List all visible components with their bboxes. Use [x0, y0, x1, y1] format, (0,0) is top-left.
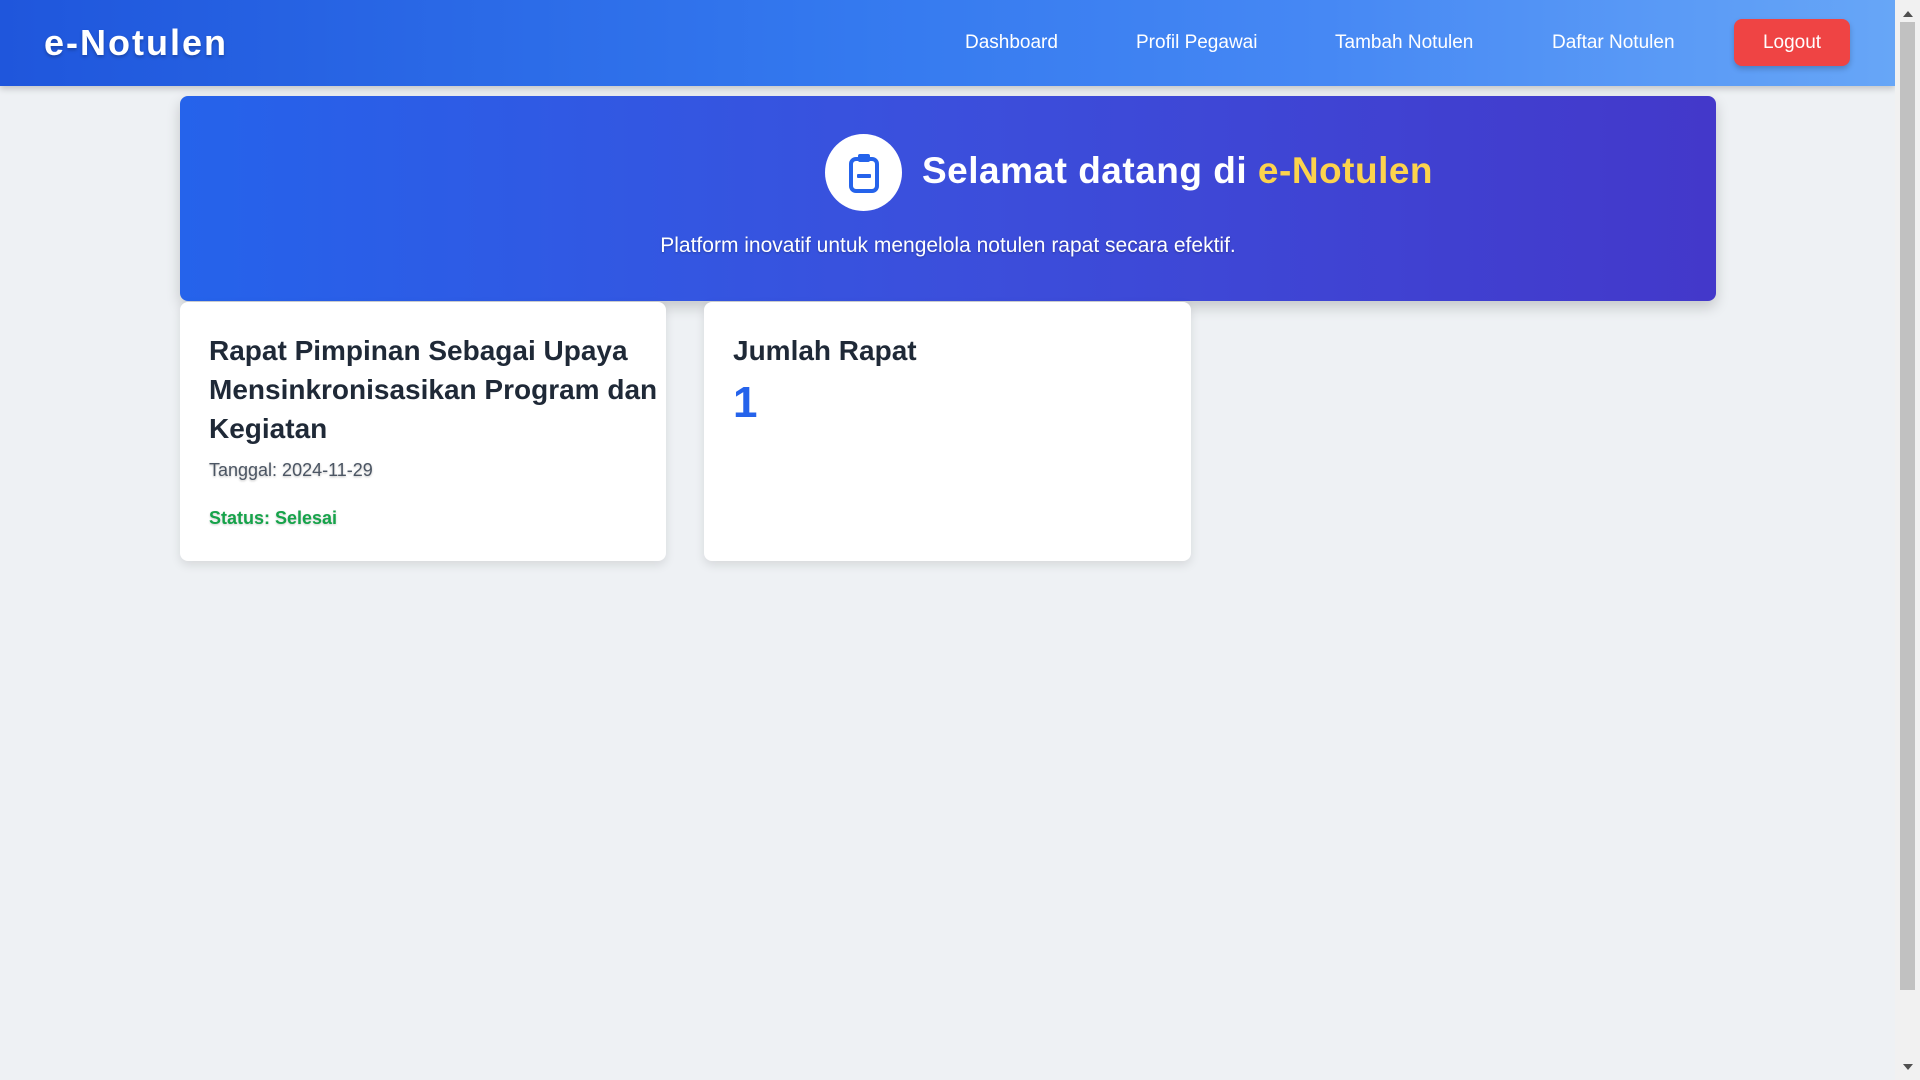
scrollbar-thumb[interactable] — [1900, 22, 1915, 990]
clipboard-icon — [825, 134, 902, 211]
logout-button[interactable]: Logout — [1734, 19, 1850, 66]
meeting-card[interactable]: Rapat Pimpinan Sebagai Upaya Mensinkroni… — [180, 302, 666, 561]
navbar: e-Notulen Dashboard Profil Pegawai Tamba… — [0, 0, 1895, 86]
welcome-title-prefix: Selamat datang di — [922, 150, 1258, 191]
nav-link-profil-pegawai[interactable]: Profil Pegawai — [1136, 31, 1257, 55]
scroll-up-arrow-icon[interactable] — [1895, 4, 1920, 24]
meeting-count-card: Jumlah Rapat 1 — [704, 302, 1191, 561]
vertical-scrollbar[interactable] — [1895, 0, 1920, 1080]
nav-link-dashboard[interactable]: Dashboard — [965, 31, 1058, 55]
welcome-title-accent: e-Notulen — [1257, 150, 1434, 191]
nav-link-tambah-notulen[interactable]: Tambah Notulen — [1335, 31, 1473, 55]
meeting-count-label: Jumlah Rapat — [733, 335, 917, 366]
welcome-banner: Selamat datang di e-Notulen Platform ino… — [180, 96, 1716, 301]
nav-link-daftar-notulen[interactable]: Daftar Notulen — [1552, 31, 1675, 55]
page: e-Notulen Dashboard Profil Pegawai Tamba… — [0, 0, 1920, 1080]
meeting-status: Status: Selesai — [209, 508, 338, 528]
meeting-count-value: 1 — [733, 378, 758, 427]
meeting-date: Tanggal: 2024-11-29 — [209, 460, 373, 480]
welcome-title: Selamat datang di e-Notulen — [922, 148, 1433, 194]
meeting-title: Rapat Pimpinan Sebagai Upaya Mensinkroni… — [209, 335, 658, 444]
scroll-down-arrow-icon[interactable] — [1895, 1057, 1920, 1077]
brand-logo[interactable]: e-Notulen — [44, 20, 228, 66]
welcome-subtitle: Platform inovatif untuk mengelola notule… — [660, 234, 1236, 257]
